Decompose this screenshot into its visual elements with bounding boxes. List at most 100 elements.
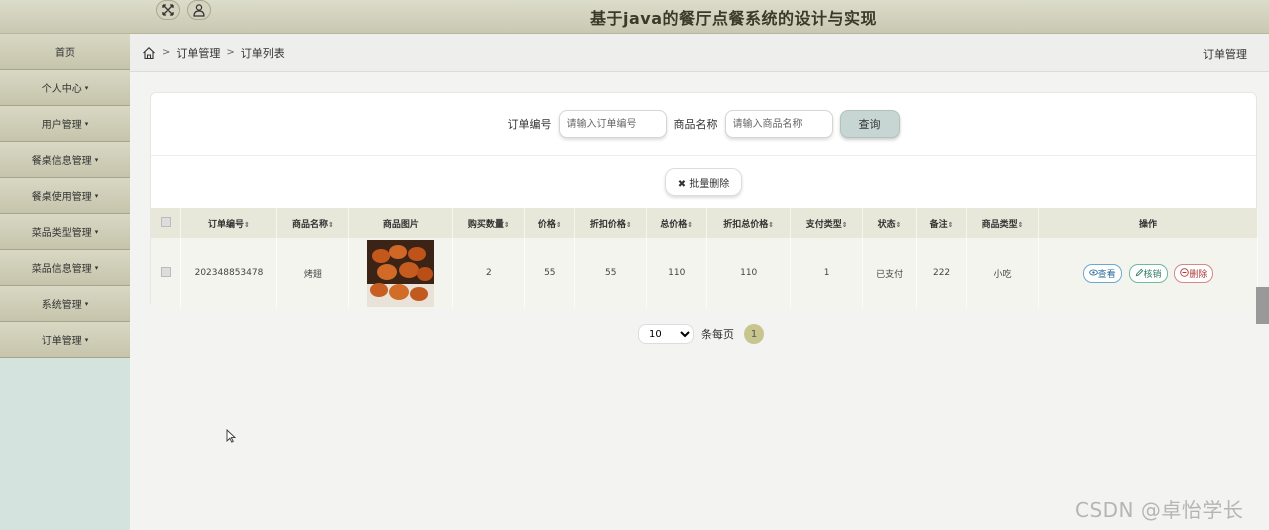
batch-delete-label: 批量删除 xyxy=(689,178,730,190)
col-header[interactable]: 状态⇕ xyxy=(862,208,918,238)
cell-actions: 查看 核销 删除 xyxy=(1038,238,1258,308)
cell-product-type: 小吃 xyxy=(966,238,1040,308)
batch-delete-button[interactable]: ✖ 批量删除 xyxy=(664,168,743,196)
orders-table: 订单编号⇕ 商品名称⇕ 商品图片 购买数量⇕ 价格⇕ 折扣价格⇕ 总价格⇕ 折扣… xyxy=(151,208,1258,308)
mouse-cursor-icon xyxy=(226,429,236,443)
col-header[interactable]: 商品类型⇕ xyxy=(966,208,1040,238)
product-image[interactable] xyxy=(367,239,435,307)
sort-icon: ⇕ xyxy=(841,220,848,229)
sidebar-item-orders[interactable]: 订单管理 ▾ xyxy=(0,322,130,358)
breadcrumb-order-list: 订单列表 xyxy=(240,46,285,60)
action-bar: ✖ 批量删除 xyxy=(151,156,1256,208)
col-header[interactable]: 价格⇕ xyxy=(524,208,576,238)
sidebar-item-personal-center[interactable]: 个人中心 ▾ xyxy=(0,70,130,106)
col-header[interactable]: 折扣价格⇕ xyxy=(574,208,648,238)
sidebar-item-dish-info[interactable]: 菜品信息管理 ▾ xyxy=(0,250,130,286)
sidebar-item-user-management[interactable]: 用户管理 ▾ xyxy=(0,106,130,142)
caret-down-icon: ▾ xyxy=(94,263,99,272)
cell-status: 已支付 xyxy=(862,238,918,308)
query-button[interactable]: 查询 xyxy=(839,110,900,138)
sidebar-item-label: 菜品类型管理 xyxy=(31,228,92,239)
table-header-row: 订单编号⇕ 商品名称⇕ 商品图片 购买数量⇕ 价格⇕ 折扣价格⇕ 总价格⇕ 折扣… xyxy=(151,208,1258,238)
col-header[interactable]: 购买数量⇕ xyxy=(452,208,526,238)
sort-icon: ⇕ xyxy=(555,220,562,229)
select-all-checkbox[interactable] xyxy=(151,208,182,238)
sidebar-item-label: 订单管理 xyxy=(41,336,82,347)
col-header[interactable]: 总价格⇕ xyxy=(646,208,708,238)
sidebar-item-label: 首页 xyxy=(55,48,75,59)
sidebar-item-label: 用户管理 xyxy=(41,120,82,131)
user-icon[interactable] xyxy=(187,0,211,20)
sidebar-item-system[interactable]: 系统管理 ▾ xyxy=(0,286,130,322)
cell-order-no: 202348853478 xyxy=(180,238,278,308)
fullscreen-icon[interactable] xyxy=(156,0,180,20)
caret-down-icon: ▾ xyxy=(94,227,99,236)
col-header[interactable]: 备注⇕ xyxy=(916,208,968,238)
sort-icon: ⇕ xyxy=(687,220,694,229)
caret-down-icon: ▾ xyxy=(84,83,89,92)
cell-product-name: 烤翅 xyxy=(276,238,350,308)
per-page-label: 条每页 xyxy=(701,328,734,341)
cell-total-price: 110 xyxy=(646,238,708,308)
view-button[interactable]: 查看 xyxy=(1082,263,1122,283)
sidebar-item-label: 个人中心 xyxy=(41,84,82,95)
caret-down-icon: ▾ xyxy=(84,299,89,308)
breadcrumb: > 订单管理 > 订单列表 订单管理 xyxy=(130,34,1269,72)
cell-discount-total: 110 xyxy=(706,238,792,308)
top-bar: 基于java的餐厅点餐系统的设计与实现 xyxy=(0,0,1269,34)
sort-icon: ⇕ xyxy=(947,220,954,229)
sort-icon: ⇕ xyxy=(625,220,632,229)
sidebar-item-label: 餐桌使用管理 xyxy=(31,192,92,203)
edit-icon xyxy=(1135,268,1143,276)
delete-label: 删除 xyxy=(1189,269,1208,280)
verify-button[interactable]: 核销 xyxy=(1128,263,1168,283)
search-form: 订单编号 商品名称 查询 xyxy=(151,93,1256,156)
delete-button[interactable]: 删除 xyxy=(1174,263,1214,283)
cell-remark: 222 xyxy=(916,238,968,308)
sidebar-item-table-info[interactable]: 餐桌信息管理 ▾ xyxy=(0,142,130,178)
sidebar-item-label: 系统管理 xyxy=(41,300,82,311)
sort-icon: ⇕ xyxy=(768,220,775,229)
col-header[interactable]: 订单编号⇕ xyxy=(180,208,278,238)
table-row: 202348853478 烤翅 2 55 55 110 110 1 已支付 22… xyxy=(151,238,1258,308)
caret-down-icon: ▾ xyxy=(84,335,89,344)
sidebar: 首页 个人中心 ▾ 用户管理 ▾ 餐桌信息管理 ▾ 餐桌使用管理 ▾ 菜品类型管理 ▾ 菜… xyxy=(0,34,130,530)
sort-icon: ⇕ xyxy=(328,220,334,229)
col-header: 操作 xyxy=(1038,208,1258,238)
breadcrumb-orders[interactable]: 订单管理 xyxy=(176,45,220,61)
verify-label: 核销 xyxy=(1143,269,1162,280)
sidebar-item-table-usage[interactable]: 餐桌使用管理 ▾ xyxy=(0,178,130,214)
page-title: 订单管理 xyxy=(1203,48,1247,61)
sort-icon: ⇕ xyxy=(1017,220,1024,229)
app-title: 基于java的餐厅点餐系统的设计与实现 xyxy=(590,9,878,28)
product-name-label: 商品名称 xyxy=(673,118,718,131)
page-number-current[interactable]: 1 xyxy=(744,324,764,344)
caret-down-icon: ▾ xyxy=(84,119,89,128)
close-icon: ✖ xyxy=(677,178,687,190)
product-name-input[interactable] xyxy=(724,110,833,138)
sidebar-item-label: 菜品信息管理 xyxy=(31,264,92,275)
col-header[interactable]: 商品名称⇕ xyxy=(276,208,350,238)
breadcrumb-separator: > xyxy=(226,47,235,58)
cell-quantity: 2 xyxy=(452,238,526,308)
view-label: 查看 xyxy=(1097,269,1116,280)
order-list-card: 订单编号 商品名称 查询 ✖ 批量删除 订单编号⇕ 商品名称⇕ 商品图片 购买数… xyxy=(150,92,1258,308)
row-checkbox[interactable] xyxy=(151,238,182,308)
cell-price: 55 xyxy=(524,238,576,308)
cell-product-image xyxy=(348,238,454,308)
caret-down-icon: ▾ xyxy=(94,155,99,164)
col-header[interactable]: 支付类型⇕ xyxy=(790,208,864,238)
caret-down-icon: ▾ xyxy=(94,191,99,200)
page-size-select[interactable]: 10 xyxy=(638,324,694,344)
sort-icon: ⇕ xyxy=(503,220,510,229)
scrollbar-thumb[interactable] xyxy=(1256,287,1269,324)
cell-discount-price: 55 xyxy=(574,238,648,308)
sidebar-item-label: 餐桌信息管理 xyxy=(31,156,92,167)
home-icon[interactable] xyxy=(142,46,156,60)
sidebar-item-dish-type[interactable]: 菜品类型管理 ▾ xyxy=(0,214,130,250)
col-header[interactable]: 折扣总价格⇕ xyxy=(706,208,792,238)
sort-icon: ⇕ xyxy=(895,220,902,229)
order-no-input[interactable] xyxy=(558,110,667,138)
breadcrumb-separator: > xyxy=(162,47,171,58)
sidebar-item-home[interactable]: 首页 xyxy=(0,34,130,70)
